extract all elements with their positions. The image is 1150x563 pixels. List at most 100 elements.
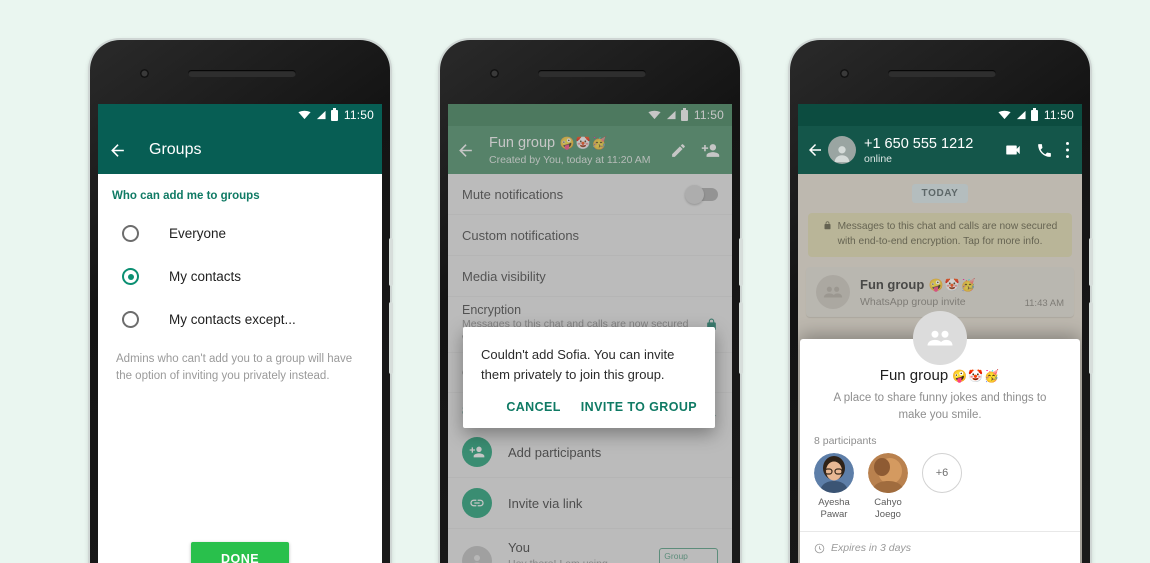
radio-indicator-selected[interactable] [122, 268, 139, 285]
add-person-icon[interactable] [701, 141, 720, 160]
volume-button[interactable] [1089, 238, 1093, 286]
row-custom-notifications[interactable]: Custom notifications [448, 215, 732, 256]
battery-icon [330, 107, 338, 121]
front-camera-icon [490, 69, 499, 78]
battery-icon [1030, 107, 1038, 121]
back-arrow-icon[interactable] [108, 141, 127, 160]
voice-call-icon[interactable] [1036, 142, 1053, 159]
expiry-text: Expires in 3 days [831, 542, 911, 554]
wifi-icon [998, 110, 1011, 120]
signal-icon [316, 110, 326, 120]
group-subtitle: Created by You, today at 11:20 AM [489, 154, 651, 166]
avatar-name: Ayesha Pawar [818, 497, 850, 521]
contact-avatar[interactable] [828, 136, 856, 164]
earpiece-speaker [888, 70, 996, 77]
helper-text: Admins who can't add you to a group will… [116, 353, 353, 382]
contact-info-block[interactable]: +1 650 555 1212 online [864, 136, 1004, 165]
front-camera-icon [840, 69, 849, 78]
edit-pencil-icon[interactable] [670, 142, 687, 159]
card-expiry: Expires in 3 days [800, 531, 1080, 558]
volume-button[interactable] [739, 238, 743, 286]
power-button[interactable] [389, 302, 393, 374]
row-media-visibility[interactable]: Media visibility [448, 256, 732, 297]
phone-device-2: 11:50 Fun group 🤪🤡🥳 Created by You, toda… [440, 40, 743, 563]
status-bar: 11:50 [798, 104, 1082, 126]
chat-app-bar: +1 650 555 1212 online [798, 126, 1082, 174]
card-description: A place to share funny jokes and things … [833, 391, 1047, 421]
row-participant-self[interactable]: You Hey there! I am using WhatsApp. Grou… [448, 529, 732, 563]
wifi-icon [648, 110, 661, 120]
row-add-participants[interactable]: Add participants [448, 427, 732, 478]
more-count: +6 [922, 453, 962, 494]
back-arrow-icon[interactable] [806, 141, 824, 159]
power-button[interactable] [1089, 302, 1093, 374]
row-label: Mute notifications [462, 186, 564, 202]
phone-2-screen: 11:50 Fun group 🤪🤡🥳 Created by You, toda… [448, 104, 732, 563]
group-title-emoji: 🤪🤡🥳 [559, 136, 608, 150]
status-badge: Group Admin [659, 547, 718, 563]
radio-indicator[interactable] [122, 225, 139, 242]
contact-number: +1 650 555 1212 [864, 135, 974, 152]
row-label: Media visibility [462, 268, 546, 284]
power-button[interactable] [739, 302, 743, 374]
invite-to-group-button[interactable]: INVITE TO GROUP [581, 400, 697, 414]
card-title-row: Fun group 🤪🤡🥳 [800, 367, 1080, 384]
participant-avatar-item[interactable]: Cahyo Joego [868, 453, 908, 521]
phone-3-screen: 11:50 +1 650 555 1212 online TODAY Messa… [798, 104, 1082, 563]
row-invite-via-link[interactable]: Invite via link [448, 478, 732, 529]
row-label: Add participants [508, 444, 602, 460]
mute-toggle[interactable] [685, 184, 718, 204]
radio-label: Everyone [169, 226, 227, 241]
group-invite-card: Fun group 🤪🤡🥳 A place to share funny jok… [800, 310, 1080, 563]
status-time: 11:50 [693, 108, 724, 122]
group-title: Fun group [489, 135, 556, 151]
radio-option-my-contacts[interactable]: My contacts [98, 255, 382, 298]
wifi-icon [298, 110, 311, 120]
row-title: Encryption [462, 303, 522, 318]
radio-label: My contacts [169, 269, 242, 284]
card-participants-count: 8 participants [814, 435, 877, 448]
status-bar: 11:50 [98, 104, 382, 126]
avatar [814, 453, 854, 494]
participant-avatars: Ayesha Pawar Cahyo Joego +6 [800, 453, 1080, 531]
more-participants[interactable]: +6 [922, 453, 962, 521]
screenshot-stage: 11:50 Groups Who can add me to groups Ev… [0, 0, 1150, 563]
card-actions: CANCEL JOIN GROUP [800, 558, 1080, 563]
volume-button[interactable] [389, 238, 393, 286]
radio-option-my-contacts-except[interactable]: My contacts except... [98, 298, 382, 341]
signal-icon [1016, 110, 1026, 120]
cancel-button[interactable]: CANCEL [506, 400, 560, 414]
status-bar: 11:50 [448, 104, 732, 126]
phone-device-3: 11:50 +1 650 555 1212 online TODAY Messa… [790, 40, 1093, 563]
dialog-message: Couldn't add Sofia. You can invite them … [481, 347, 675, 382]
done-button[interactable]: DONE [190, 542, 290, 563]
avatar-name: Cahyo Joego [874, 497, 902, 521]
radio-indicator[interactable] [122, 311, 139, 328]
front-camera-icon [140, 69, 149, 78]
status-time: 11:50 [1043, 108, 1074, 122]
status-time: 11:50 [343, 108, 374, 122]
cannot-add-dialog: Couldn't add Sofia. You can invite them … [463, 327, 715, 428]
radio-option-everyone[interactable]: Everyone [98, 212, 382, 255]
card-group-title: Fun group [879, 366, 949, 384]
participant-name: You [508, 540, 530, 555]
page-title: Groups [149, 141, 202, 158]
link-icon [462, 488, 492, 518]
radio-label: My contacts except... [169, 312, 296, 327]
signal-icon [666, 110, 676, 120]
row-label: Invite via link [508, 495, 583, 511]
video-call-icon[interactable] [1004, 141, 1022, 159]
avatar [462, 545, 492, 563]
groups-settings-body: Who can add me to groups Everyone My con… [98, 174, 382, 563]
back-arrow-icon[interactable] [456, 141, 475, 160]
avatar [868, 453, 908, 494]
done-button-container: DONE [98, 542, 382, 563]
dialog-actions: CANCEL INVITE TO GROUP [481, 400, 697, 418]
earpiece-speaker [538, 70, 646, 77]
add-person-icon [462, 437, 492, 467]
participant-avatar-item[interactable]: Ayesha Pawar [814, 453, 854, 521]
contact-presence: online [864, 152, 893, 165]
row-mute-notifications[interactable]: Mute notifications [448, 174, 732, 215]
card-group-emoji: 🤪🤡🥳 [952, 368, 1001, 383]
overflow-menu-icon[interactable] [1065, 141, 1070, 159]
